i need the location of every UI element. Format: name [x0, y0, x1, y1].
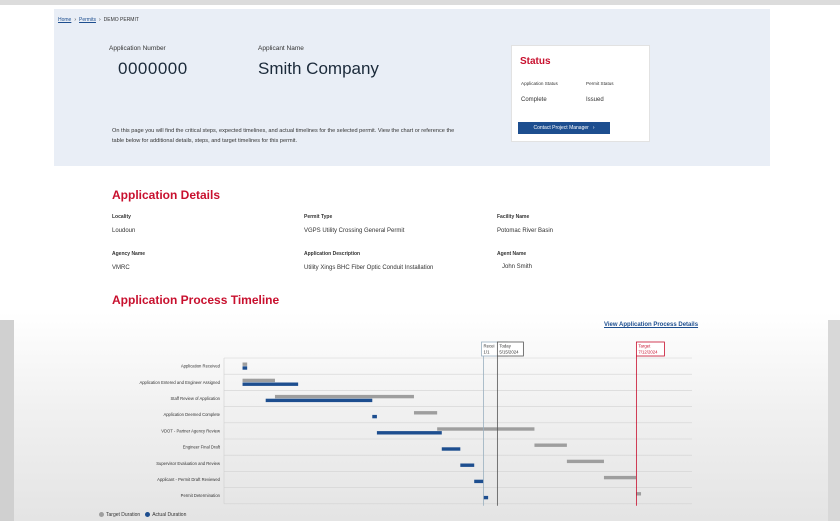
actual-duration-bar: [376, 431, 442, 435]
contact-project-manager-label: Contact Project Manager: [533, 125, 589, 131]
chart-legend: Target Duration Actual Duration: [99, 512, 186, 518]
actual-duration-bar: [474, 479, 484, 484]
legend-target: Target Duration: [99, 512, 140, 518]
view-process-details-link[interactable]: View Application Process Details: [604, 322, 698, 328]
target-duration-bar: [274, 394, 414, 399]
actual-duration-bar: [242, 366, 248, 370]
category-label: Staff Review of Application: [170, 396, 220, 401]
category-label: Engineer Final Draft: [183, 445, 221, 450]
legend-target-label: Target Duration: [106, 512, 141, 518]
timeline-chart: Application Received Application Entered …: [139, 341, 692, 506]
timeline-marker-label: Target: [638, 344, 651, 349]
actual-duration-bar: [460, 463, 475, 467]
target-duration-bar: [636, 492, 642, 496]
contact-project-manager-button[interactable]: Contact Project Manager ›: [518, 122, 610, 134]
target-duration-bar: [413, 411, 438, 415]
chevron-right-icon: ›: [592, 125, 595, 131]
category-label: Application Received: [181, 364, 221, 369]
legend-target-swatch: [99, 512, 104, 518]
timeline-marker-date: 1/1: [483, 350, 490, 355]
category-label: Permit Determination: [181, 493, 221, 498]
facility-label: Facility Name: [497, 214, 530, 220]
agent-label: Agent Name: [497, 251, 527, 257]
breadcrumb-home[interactable]: Home: [58, 17, 71, 23]
breadcrumb-permits[interactable]: Permits: [79, 17, 96, 23]
facility-value: Potomac River Basin: [497, 228, 554, 234]
category-label: Supervisor Evaluation and Review: [156, 461, 221, 466]
application-status-label: Application Status: [521, 81, 558, 86]
permit-status-label: Permit Status: [586, 81, 614, 86]
left-shade: [0, 320, 14, 521]
target-duration-bar: [603, 475, 637, 480]
category-label: Application Entered and Engineer Assigne…: [139, 380, 220, 385]
application-status-value: Complete: [521, 97, 547, 103]
breadcrumb-separator: ›: [74, 17, 77, 23]
target-duration-bar: [242, 378, 275, 383]
app-number-label: Application Number: [109, 45, 166, 52]
locality-value: Loudoun: [112, 228, 136, 234]
application-timeline-title: Application Process Timeline: [112, 293, 280, 307]
actual-duration-bar: [242, 382, 299, 386]
timeline-marker-date: 7/12/2024: [638, 350, 658, 355]
actual-duration-bar: [265, 398, 373, 403]
legend-actual-label: Actual Duration: [152, 512, 187, 518]
description-label: Application Description: [304, 251, 361, 257]
category-label: Applicant - Permit Draft Reviewed: [157, 477, 221, 482]
category-label: VDOT - Partner Agency Review: [161, 428, 221, 433]
target-duration-bar: [242, 362, 248, 366]
breadcrumb-current: DEMO PERMIT: [103, 17, 139, 23]
actual-duration-bar: [483, 495, 489, 500]
actual-duration-bar: [441, 447, 461, 451]
status-title: Status: [520, 56, 551, 67]
target-duration-bar: [437, 427, 535, 431]
permit-type-label: Permit Type: [304, 214, 333, 220]
applicant-name: Smith Company: [258, 59, 379, 78]
status-card: Status Application Status Permit Status …: [511, 45, 650, 142]
timeline-marker-label: Recei: [483, 344, 494, 349]
agent-value: John Smith: [502, 264, 533, 270]
description-value: Utility Xings BHC Fiber Optic Conduit In…: [304, 265, 434, 271]
category-label: Application Deemed Complete: [163, 412, 220, 417]
top-border: [0, 0, 840, 5]
right-shade: [828, 320, 840, 521]
actual-duration-bar: [372, 414, 377, 419]
timeline-marker-label: Today: [499, 344, 511, 349]
permit-type-value: VGPS Utility Crossing General Permit: [304, 228, 405, 234]
breadcrumb: Home › Permits › DEMO PERMIT: [58, 17, 139, 23]
breadcrumb-separator: ›: [98, 17, 101, 23]
agency-value: VMRC: [112, 265, 130, 271]
agency-label: Agency Name: [112, 251, 146, 257]
locality-label: Locality: [112, 214, 131, 220]
legend-actual: Actual Duration: [145, 512, 186, 518]
timeline-marker-date: 5/15/2024: [499, 350, 519, 355]
intro-text: On this page you will find the critical …: [112, 128, 455, 144]
target-duration-bar: [566, 459, 604, 464]
application-details-title: Application Details: [112, 188, 221, 202]
permit-status-value: Issued: [586, 97, 604, 103]
legend-actual-swatch: [145, 512, 151, 518]
target-duration-bar: [534, 443, 567, 447]
applicant-label: Applicant Name: [258, 45, 304, 52]
app-number: 0000000: [118, 59, 188, 78]
